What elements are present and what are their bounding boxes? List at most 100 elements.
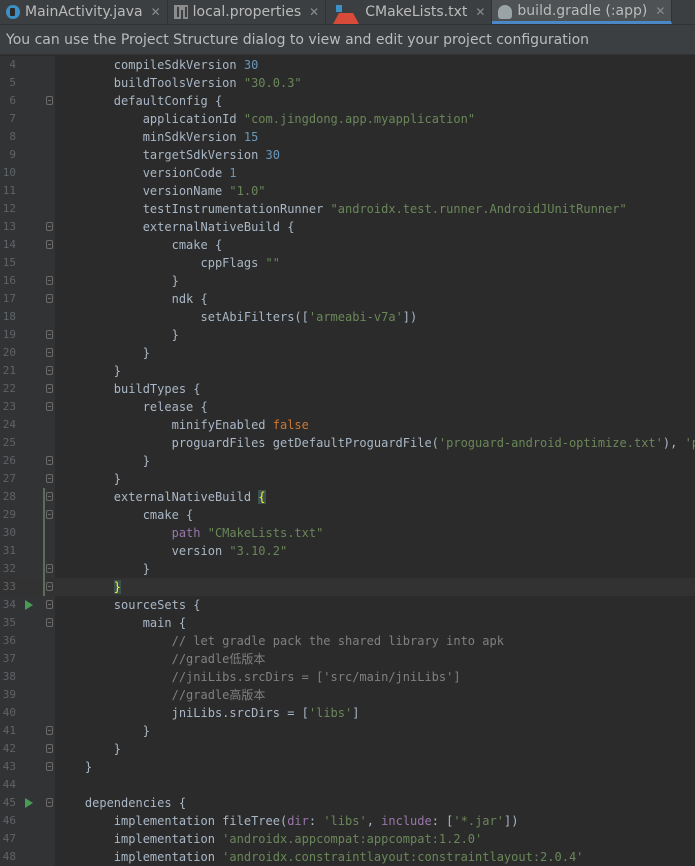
code-line[interactable]: 47 implementation 'androidx.appcompat:ap… xyxy=(0,830,695,848)
code-token: "" xyxy=(265,256,280,270)
code-line[interactable]: 5 buildToolsVersion "30.0.3" xyxy=(0,74,695,92)
code-line[interactable]: 22 buildTypes { xyxy=(0,380,695,398)
fold-toggle-icon[interactable] xyxy=(46,456,53,465)
editor-tab[interactable]: local.properties ✕ xyxy=(168,0,327,24)
code-line[interactable]: 20 } xyxy=(0,344,695,362)
code-line[interactable]: 21 } xyxy=(0,362,695,380)
code-line[interactable]: 41 } xyxy=(0,722,695,740)
fold-toggle-icon[interactable] xyxy=(46,492,53,501)
fold-toggle-icon[interactable] xyxy=(46,294,53,303)
code-line[interactable]: 24 minifyEnabled false xyxy=(0,416,695,434)
code-line[interactable]: 7 applicationId "com.jingdong.app.myappl… xyxy=(0,110,695,128)
line-number: 18 xyxy=(2,310,16,323)
code-line[interactable]: 33 } xyxy=(0,578,695,596)
code-line[interactable]: 19 } xyxy=(0,326,695,344)
code-line[interactable]: 26 } xyxy=(0,452,695,470)
code-line[interactable]: 8 minSdkVersion 15 xyxy=(0,128,695,146)
code-token: 'proguard xyxy=(684,436,695,450)
code-token: } xyxy=(142,562,150,576)
fold-toggle-icon[interactable] xyxy=(46,402,53,411)
code-line[interactable]: 38 //jniLibs.srcDirs = ['src/main/jniLib… xyxy=(0,668,695,686)
tab-label: local.properties xyxy=(192,4,302,20)
code-line[interactable]: 35 main { xyxy=(0,614,695,632)
code-token: } xyxy=(142,724,150,738)
code-text: cmake { xyxy=(56,506,194,524)
code-line[interactable]: 29 cmake { xyxy=(0,506,695,524)
code-line[interactable]: 36 // let gradle pack the shared library… xyxy=(0,632,695,650)
code-line[interactable]: 16 } xyxy=(0,272,695,290)
fold-toggle-icon[interactable] xyxy=(46,762,53,771)
code-editor[interactable]: 4 compileSdkVersion 30 5 buildToolsVersio… xyxy=(0,56,695,866)
editor-tab[interactable]: MainActivity.java ✕ xyxy=(0,0,168,24)
code-text: compileSdkVersion 30 xyxy=(56,56,259,74)
fold-toggle-icon[interactable] xyxy=(46,240,53,249)
code-token: path xyxy=(171,526,208,540)
fold-toggle-icon[interactable] xyxy=(46,744,53,753)
fold-toggle-icon[interactable] xyxy=(46,330,53,339)
editor-tab[interactable]: CMakeLists.txt ✕ xyxy=(326,0,493,24)
code-line[interactable]: 17 ndk { xyxy=(0,290,695,308)
code-text: buildTypes { xyxy=(56,380,201,398)
close-tab-icon[interactable]: ✕ xyxy=(475,5,485,19)
code-line[interactable]: 40 jniLibs.srcDirs = ['libs'] xyxy=(0,704,695,722)
code-line[interactable]: 37 //gradle低版本 xyxy=(0,650,695,668)
code-line[interactable]: 48 implementation 'androidx.constraintla… xyxy=(0,848,695,866)
run-gutter-icon[interactable] xyxy=(25,798,33,808)
run-gutter-icon[interactable] xyxy=(25,600,33,610)
code-line[interactable]: 43 } xyxy=(0,758,695,776)
code-line[interactable]: 11 versionName "1.0" xyxy=(0,182,695,200)
fold-toggle-icon[interactable] xyxy=(46,276,53,285)
tab-label: MainActivity.java xyxy=(25,4,143,20)
fold-toggle-icon[interactable] xyxy=(46,366,53,375)
code-line[interactable]: 46 implementation fileTree(dir: 'libs', … xyxy=(0,812,695,830)
fold-toggle-icon[interactable] xyxy=(46,582,53,591)
code-line[interactable]: 42 } xyxy=(0,740,695,758)
editor-tab[interactable]: build.gradle (:app) ✕ xyxy=(492,0,673,24)
code-line[interactable]: 27 } xyxy=(0,470,695,488)
fold-toggle-icon[interactable] xyxy=(46,618,53,627)
fold-toggle-icon[interactable] xyxy=(46,600,53,609)
code-line[interactable]: 18 setAbiFilters(['armeabi-v7a']) xyxy=(0,308,695,326)
code-line[interactable]: 15 cppFlags "" xyxy=(0,254,695,272)
code-line[interactable]: 31 version "3.10.2" xyxy=(0,542,695,560)
fold-toggle-icon[interactable] xyxy=(46,384,53,393)
code-token: testInstrumentationRunner xyxy=(142,202,331,216)
code-line[interactable]: 39 //gradle高版本 xyxy=(0,686,695,704)
code-line[interactable]: 13 externalNativeBuild { xyxy=(0,218,695,236)
code-text: //gradle低版本 xyxy=(56,650,266,668)
fold-toggle-icon[interactable] xyxy=(46,222,53,231)
close-tab-icon[interactable]: ✕ xyxy=(151,5,161,19)
fold-toggle-icon[interactable] xyxy=(46,510,53,519)
fold-toggle-icon[interactable] xyxy=(46,726,53,735)
code-line[interactable]: 28 externalNativeBuild { xyxy=(0,488,695,506)
line-number: 40 xyxy=(2,706,16,719)
code-line[interactable]: 10 versionCode 1 xyxy=(0,164,695,182)
code-line[interactable]: 30 path "CMakeLists.txt" xyxy=(0,524,695,542)
close-tab-icon[interactable]: ✕ xyxy=(655,4,665,18)
fold-toggle-icon[interactable] xyxy=(46,348,53,357)
fold-toggle-icon[interactable] xyxy=(46,474,53,483)
code-line[interactable]: 12 testInstrumentationRunner "androidx.t… xyxy=(0,200,695,218)
close-tab-icon[interactable]: ✕ xyxy=(309,5,319,19)
code-line[interactable]: 25 proguardFiles getDefaultProguardFile(… xyxy=(0,434,695,452)
code-line[interactable]: 44 xyxy=(0,776,695,794)
code-line[interactable]: 32 } xyxy=(0,560,695,578)
code-line[interactable]: 34 sourceSets { xyxy=(0,596,695,614)
code-line[interactable]: 9 targetSdkVersion 30 xyxy=(0,146,695,164)
code-line[interactable]: 23 release { xyxy=(0,398,695,416)
code-line[interactable]: 6 defaultConfig { xyxy=(0,92,695,110)
code-token: ndk { xyxy=(171,292,208,306)
fold-toggle-icon[interactable] xyxy=(46,96,53,105)
code-line[interactable]: 4 compileSdkVersion 30 xyxy=(0,56,695,74)
fold-toggle-icon[interactable] xyxy=(46,564,53,573)
code-line[interactable]: 14 cmake { xyxy=(0,236,695,254)
fold-toggle-icon[interactable] xyxy=(46,798,53,807)
code-line[interactable]: 45 dependencies { xyxy=(0,794,695,812)
